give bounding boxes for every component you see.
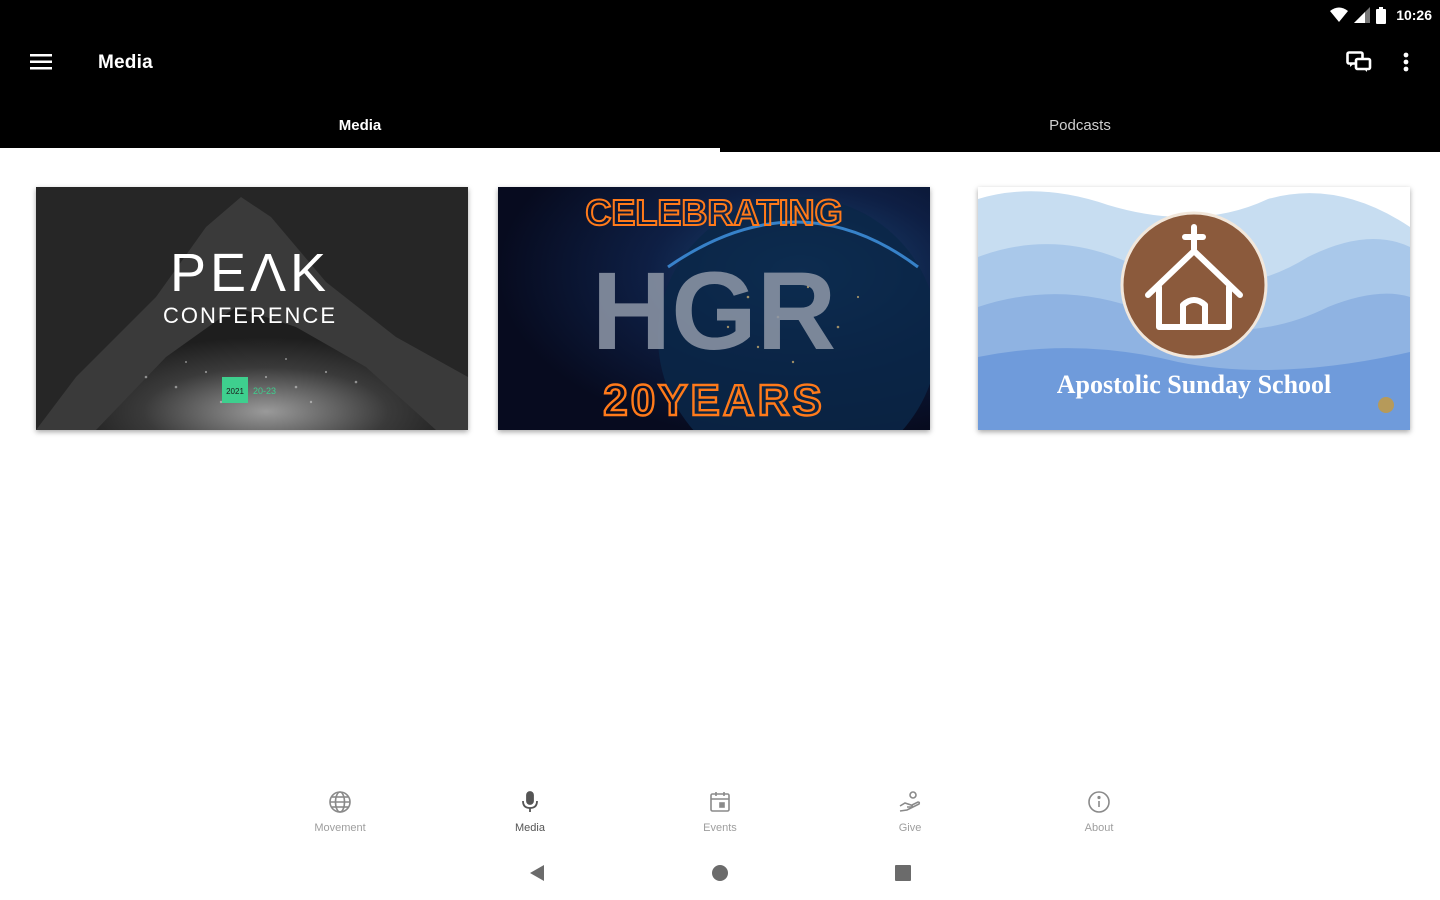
peak-date-badge: 2021 (226, 387, 244, 396)
nav-label-media: Media (515, 822, 545, 834)
give-hand-icon (898, 790, 922, 819)
status-icons: 10:26 (1330, 6, 1432, 24)
peak-title: PEΛK (170, 243, 330, 303)
back-triangle-icon (529, 864, 545, 887)
system-navigation-bar (0, 850, 1440, 900)
wifi-icon (1330, 7, 1349, 23)
signal-icon (1354, 7, 1371, 23)
media-card-apostolic-sunday-school[interactable]: Apostolic Sunday School (978, 187, 1410, 430)
nav-item-events[interactable]: Events (670, 790, 770, 842)
nav-label-events: Events (703, 822, 737, 834)
nav-label-movement: Movement (314, 822, 366, 834)
hgr-title: HGR (592, 250, 836, 373)
media-card-hgr-20-years[interactable]: CELEBRATING HGR 20YEARS (498, 187, 930, 430)
flame-logo-icon (1378, 397, 1394, 413)
nav-item-movement[interactable]: Movement (290, 790, 390, 842)
media-card-peak-conference[interactable]: PEΛK CONFERENCE 2021 20-23 (36, 187, 468, 430)
hgr-celebrating-text: CELEBRATING (585, 192, 842, 233)
battery-icon (1376, 6, 1387, 24)
menu-button[interactable] (22, 48, 60, 80)
system-back-button[interactable] (522, 862, 552, 888)
peak-date-suffix: 20-23 (253, 386, 276, 396)
chat-button[interactable] (1340, 48, 1378, 80)
tab-podcasts[interactable]: Podcasts (720, 98, 1440, 152)
calendar-icon (708, 790, 732, 819)
nav-label-give: Give (898, 822, 922, 834)
tab-bar: Media Podcasts (0, 98, 1440, 152)
tab-media[interactable]: Media (0, 98, 720, 152)
info-icon (1087, 790, 1111, 819)
nav-label-about: About (1084, 822, 1114, 834)
hamburger-icon (30, 53, 52, 75)
chat-icon (1346, 50, 1372, 78)
nav-item-give[interactable]: Give (860, 790, 960, 842)
microphone-icon (518, 790, 542, 819)
system-recents-button[interactable] (888, 862, 918, 888)
more-options-button[interactable] (1392, 48, 1420, 80)
peak-subtitle: CONFERENCE (163, 303, 337, 328)
system-home-button[interactable] (705, 862, 735, 888)
status-time: 10:26 (1396, 7, 1432, 23)
hgr-years-text: 20YEARS (603, 376, 825, 425)
recents-square-icon (895, 864, 911, 886)
home-circle-icon (711, 864, 729, 887)
app-bar: Media (0, 30, 1440, 98)
nav-item-media[interactable]: Media (480, 790, 580, 842)
bottom-navigation: Movement Media Events Give About (0, 780, 1440, 844)
status-bar: 10:26 (0, 0, 1440, 30)
globe-icon (328, 790, 352, 819)
page-title: Media (98, 52, 153, 73)
nav-item-about[interactable]: About (1049, 790, 1149, 842)
sunday-school-title: Apostolic Sunday School (1057, 370, 1332, 399)
more-vert-icon (1403, 52, 1409, 77)
